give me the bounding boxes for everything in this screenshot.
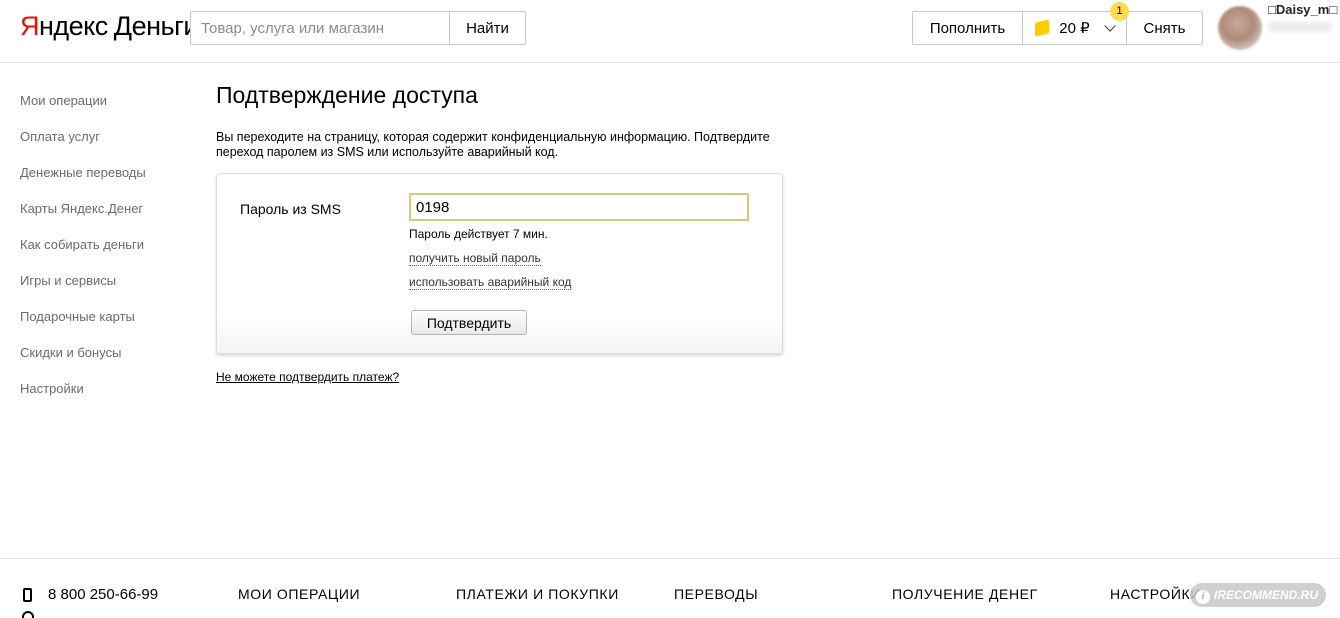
sms-password-input[interactable] xyxy=(409,193,749,221)
avatar[interactable] xyxy=(1218,6,1262,50)
sidebar-item-fundraising[interactable]: Как собирать деньги xyxy=(20,232,190,268)
sidebar-item-games-services[interactable]: Игры и сервисы xyxy=(20,268,190,304)
search-button[interactable]: Найти xyxy=(449,11,526,45)
wallet-icon xyxy=(1035,19,1050,37)
footer-nav-receiving[interactable]: ПОЛУЧЕНИЕ ДЕНЕГ xyxy=(892,586,1038,602)
withdraw-button[interactable]: Снять xyxy=(1127,11,1203,45)
watermark: i IRECOMMEND.RU xyxy=(1190,583,1326,607)
page-description: Вы переходите на страницу, которая содер… xyxy=(216,130,770,159)
logo-text-yandex: ндекс xyxy=(39,11,108,41)
yandex-money-logo[interactable]: Яндекс Деньги xyxy=(20,11,199,42)
watermark-text: IRECOMMEND.RU xyxy=(1214,588,1318,602)
watermark-logo-icon: i xyxy=(1196,590,1210,604)
search-form: Найти xyxy=(190,11,526,45)
password-validity-hint: Пароль действует 7 мин. xyxy=(409,227,548,241)
sidebar-nav: Мои операции Оплата услуг Денежные перев… xyxy=(20,88,190,412)
topup-button[interactable]: Пополнить xyxy=(912,11,1023,45)
footer-nav-my-operations[interactable]: МОИ ОПЕРАЦИИ xyxy=(238,586,360,602)
footer-nav-transfers[interactable]: ПЕРЕВОДЫ xyxy=(674,586,758,602)
user-name[interactable]: □Daisy_m□ xyxy=(1268,2,1337,17)
get-new-password-link[interactable]: получить новый пароль xyxy=(409,251,541,266)
cant-confirm-payment-link[interactable]: Не можете подтвердить платеж? xyxy=(216,370,399,384)
balance-dropdown[interactable]: 20 ₽ 1 xyxy=(1023,2,1129,45)
support-phone[interactable]: 8 800 250-66-99 xyxy=(48,586,158,603)
footer: 8 800 250-66-99 МОИ ОПЕРАЦИИ ПЛАТЕЖИ И П… xyxy=(0,558,1340,618)
notification-badge: 1 xyxy=(1110,2,1129,21)
user-account-blurred xyxy=(1268,22,1332,32)
confirmation-panel: Пароль из SMS Пароль действует 7 мин. по… xyxy=(216,173,783,354)
logo-text-money: Деньги xyxy=(113,11,199,41)
sidebar-item-money-transfers[interactable]: Денежные переводы xyxy=(20,160,190,196)
sidebar-item-discounts[interactable]: Скидки и бонусы xyxy=(20,340,190,376)
page-title: Подтверждение доступа xyxy=(216,82,478,108)
use-emergency-code-link[interactable]: использовать аварийный код xyxy=(409,275,572,290)
footer-nav-settings[interactable]: НАСТРОЙКИ xyxy=(1110,586,1201,602)
header: ЯндексДеньги Найти Пополнить 20 ₽ 1 Снят… xyxy=(0,0,1340,63)
search-input[interactable] xyxy=(190,11,449,45)
wallet-controls: Пополнить 20 ₽ 1 Снять xyxy=(912,2,1203,45)
sidebar-item-gift-cards[interactable]: Подарочные карты xyxy=(20,304,190,340)
sms-password-label: Пароль из SMS xyxy=(240,201,341,217)
chevron-down-icon xyxy=(1104,20,1116,32)
sidebar-item-pay-services[interactable]: Оплата услуг xyxy=(20,124,190,160)
confirm-button[interactable]: Подтвердить xyxy=(411,310,527,335)
sidebar-item-settings[interactable]: Настройки xyxy=(20,376,190,412)
sidebar-item-cards[interactable]: Карты Яндекс.Денег xyxy=(20,196,190,232)
phone-icon xyxy=(23,588,32,602)
balance-amount: 20 ₽ xyxy=(1059,20,1090,37)
footer-nav-payments[interactable]: ПЛАТЕЖИ И ПОКУПКИ xyxy=(456,586,619,602)
logo-letter-y: Я xyxy=(20,11,40,41)
sidebar-item-my-operations[interactable]: Мои операции xyxy=(20,88,190,124)
